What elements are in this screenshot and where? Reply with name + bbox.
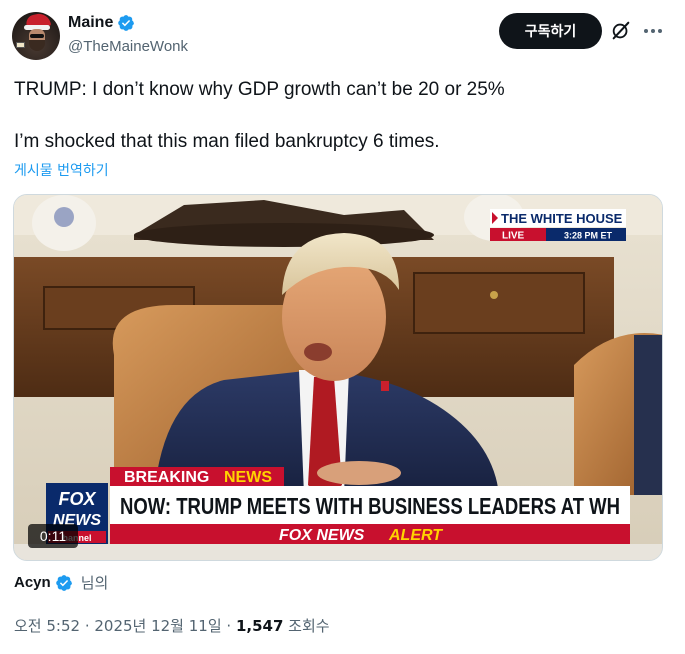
headline: NOW: TRUMP MEETS WITH BUSINESS LEADERS A… xyxy=(120,493,620,519)
svg-text:FOX: FOX xyxy=(58,489,96,509)
tweet-line-2: I’m shocked that this man filed bankrupt… xyxy=(14,131,440,152)
attribution-suffix: 님의 xyxy=(80,574,109,592)
network-bug: THE WHITE HOUSE LIVE 3:28 PM ET xyxy=(490,209,626,242)
author-name[interactable]: Maine xyxy=(68,14,113,32)
grok-slash-icon[interactable] xyxy=(610,20,632,42)
attribution-name[interactable]: Acyn xyxy=(14,574,51,591)
video-time-badge: 0:11 xyxy=(28,524,78,548)
news-label: NEWS xyxy=(224,469,272,486)
video-player[interactable]: THE WHITE HOUSE LIVE 3:28 PM ET FOX NEWS… xyxy=(13,194,663,561)
view-count: 1,547 xyxy=(235,617,284,635)
alert-word: ALERT xyxy=(388,527,443,544)
tweet-text: TRUMP: I don’t know why GDP growth can’t… xyxy=(14,78,664,154)
alert-prefix: FOX NEWS xyxy=(279,527,365,544)
author-avatar[interactable] xyxy=(12,12,60,60)
network-bug-label: THE WHITE HOUSE xyxy=(501,211,623,226)
subscribe-button[interactable]: 구독하기 xyxy=(499,13,602,49)
flag-icon xyxy=(16,42,25,48)
more-horizontal-icon[interactable] xyxy=(641,20,665,42)
tweet-line-1: TRUMP: I don’t know why GDP growth can’t… xyxy=(14,79,505,100)
post-timestamp[interactable]: 오전 5:52 · 2025년 12월 11일 · xyxy=(14,617,236,635)
live-label: LIVE xyxy=(502,231,525,242)
views-label: 조회수 xyxy=(283,617,330,635)
post-meta: 오전 5:52 · 2025년 12월 11일 · 1,547 조회수 xyxy=(14,615,330,636)
breaking-label: BREAKING xyxy=(124,469,209,486)
video-frame[interactable]: THE WHITE HOUSE LIVE 3:28 PM ET FOX NEWS… xyxy=(14,195,663,561)
verified-badge-icon xyxy=(55,574,72,591)
translate-post-link[interactable]: 게시물 번역하기 xyxy=(14,160,109,180)
author-handle[interactable]: @TheMaineWonk xyxy=(68,38,188,55)
author-name-row[interactable]: Maine xyxy=(68,14,135,32)
verified-badge-icon xyxy=(118,15,135,31)
live-time: 3:28 PM ET xyxy=(564,231,613,241)
attribution-row[interactable]: Acyn 님의 xyxy=(14,572,108,593)
